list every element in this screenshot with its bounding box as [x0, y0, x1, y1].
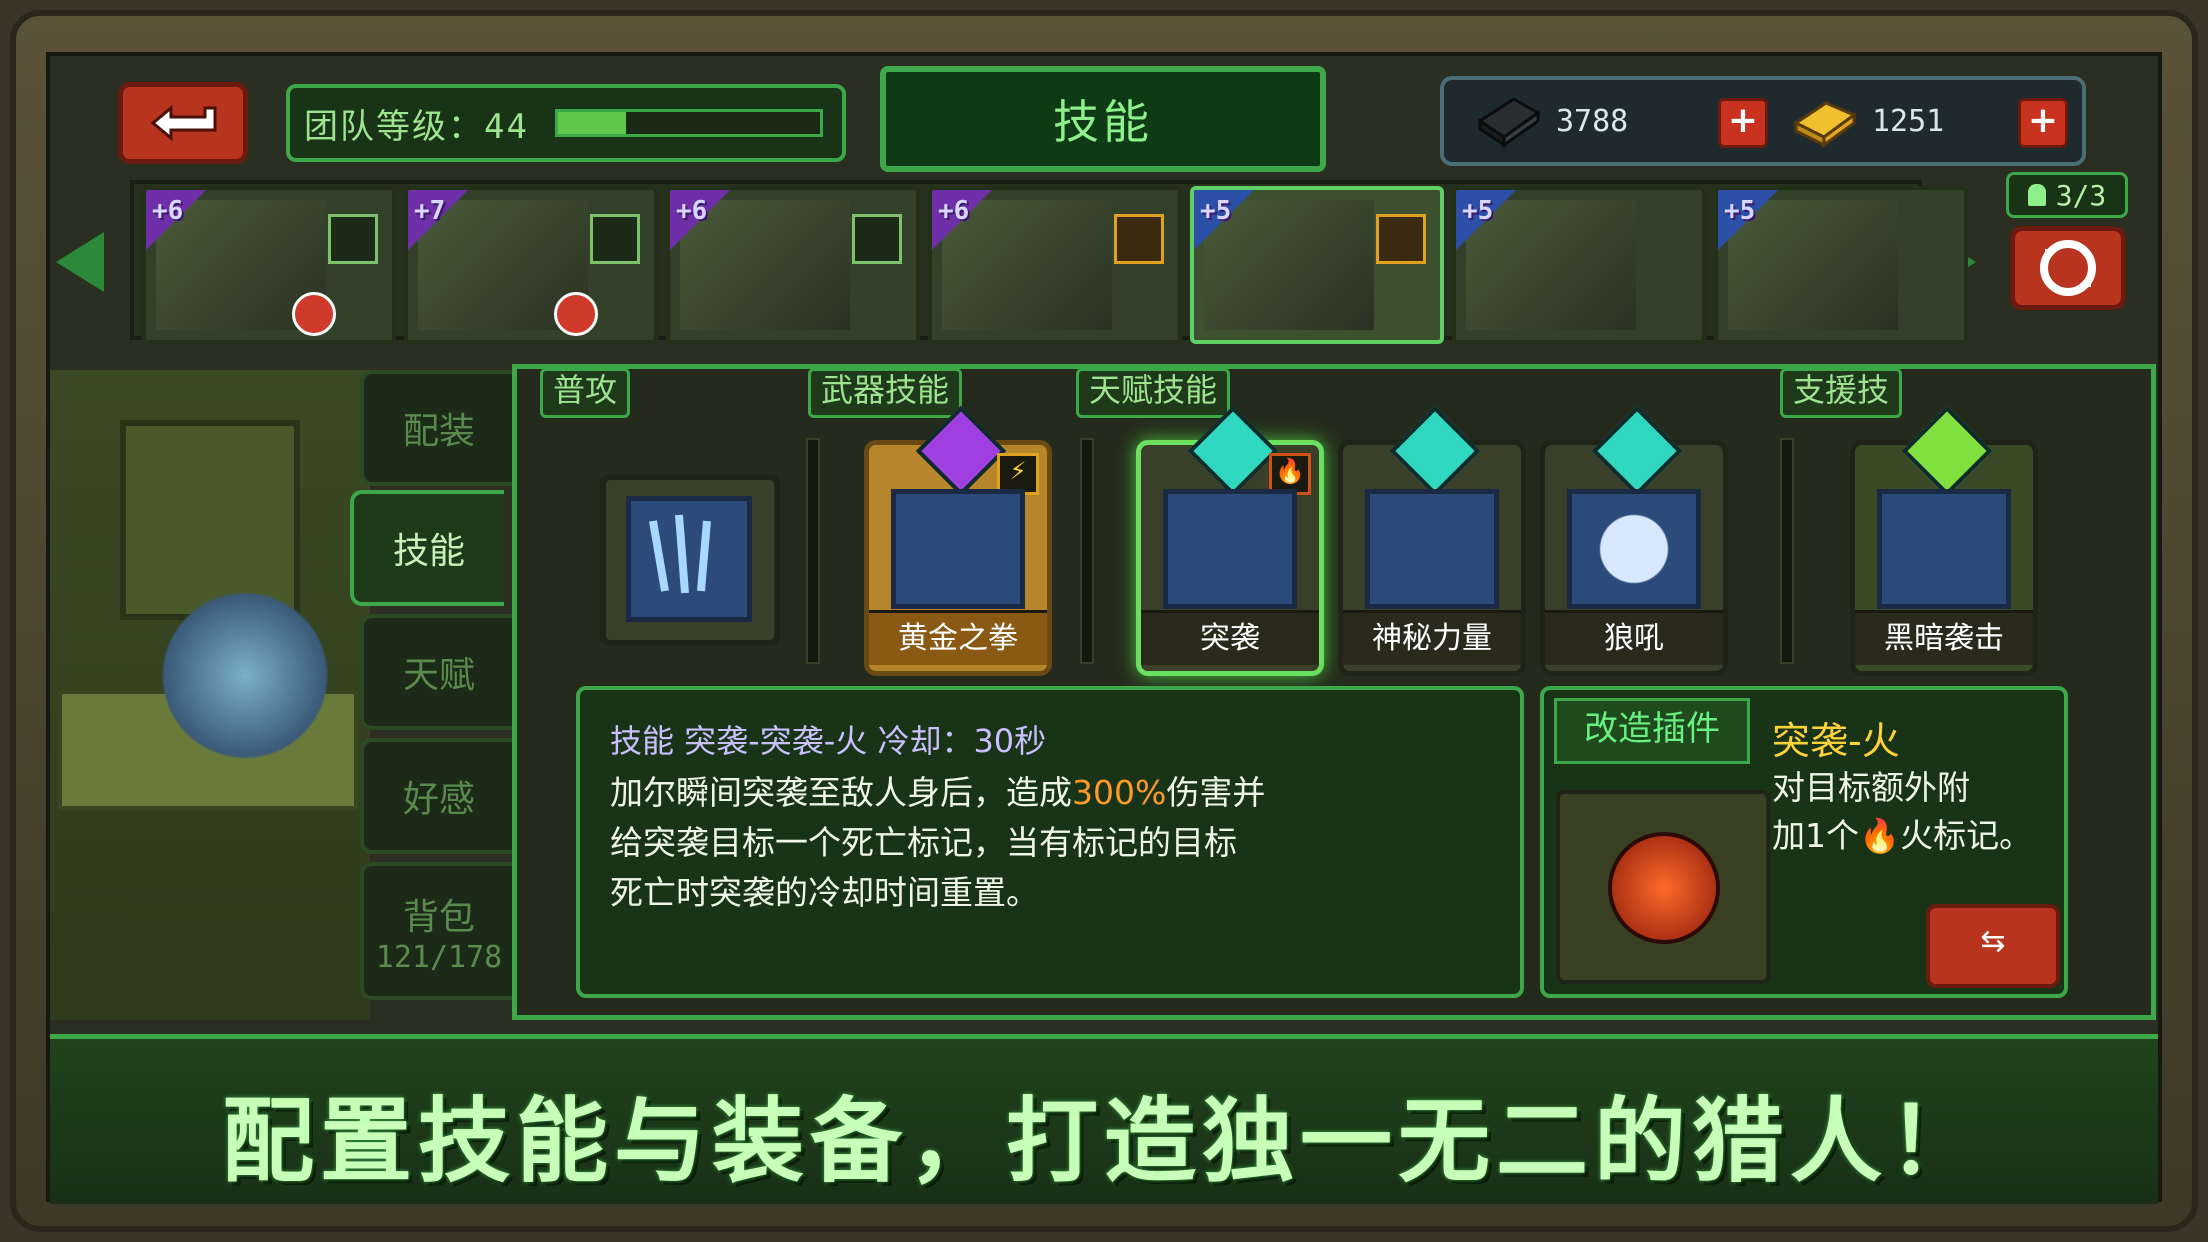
skill-talent-2[interactable]: 神秘力量	[1338, 405, 1526, 676]
tab-backpack-label: 背包	[402, 896, 475, 938]
skill-description-header: 技能 突袭-突袭-火 冷却：30秒	[610, 722, 1047, 760]
section-basic-attack: 普攻	[540, 368, 631, 418]
fire-wolf-icon	[1608, 832, 1720, 944]
divider	[806, 438, 820, 664]
hero-card[interactable]: +6	[666, 186, 920, 344]
page-title: 技能	[1053, 95, 1153, 149]
hero-card[interactable]: +6	[142, 186, 396, 344]
mystic-power-icon	[1365, 489, 1499, 609]
mod-desc-line: 对目标额外附	[1772, 768, 1970, 807]
gold-amount: 1251	[1872, 103, 1945, 139]
roster-left-arrow-icon[interactable]	[56, 232, 104, 292]
back-button[interactable]	[118, 82, 248, 164]
hero-card[interactable]: +7	[404, 186, 658, 344]
tab-skills-label: 技能	[392, 531, 465, 572]
wolf-head-icon	[1163, 489, 1297, 609]
basic-attack-slot[interactable]	[600, 474, 780, 646]
tab-affinity-label: 好感	[402, 779, 475, 820]
skill-description: 技能 突袭-突袭-火 冷却：30秒 加尔瞬间突袭至敌人身后，造成300%伤害并 …	[576, 686, 1524, 998]
team-count-value: 3/3	[2055, 178, 2107, 212]
swap-team-button[interactable]	[2010, 226, 2126, 310]
promo-banner: 配置技能与装备，打造独一无二的猎人！	[50, 1034, 2158, 1204]
team-count-badge: 3/3	[2006, 172, 2128, 218]
team-level-label: 团队等级：44	[304, 106, 529, 147]
team-level-panel: 团队等级：44	[286, 84, 846, 162]
gold-currency: 1251	[1790, 80, 1944, 162]
mod-plugin-slot[interactable]	[1556, 790, 1770, 984]
skill-support[interactable]: 黑暗袭击	[1850, 405, 2038, 676]
alert-dot-icon	[554, 292, 598, 336]
skill-talent-3-name: 狼吼	[1545, 610, 1723, 665]
skill-talent-1[interactable]: 🔥 突袭	[1136, 405, 1324, 676]
crystal-amount: 3788	[1556, 103, 1629, 139]
person-role-icon	[328, 214, 378, 264]
tab-backpack[interactable]: 背包 121/178	[360, 862, 514, 1000]
hero-card[interactable]: +5	[1452, 186, 1706, 344]
person-role-icon	[590, 214, 640, 264]
skill-talent-3[interactable]: 狼吼	[1540, 405, 1728, 676]
promo-banner-text: 配置技能与装备，打造独一无二的猎人！	[221, 1088, 1986, 1195]
tab-loadout-label: 配装	[402, 411, 475, 452]
skill-description-line: 死亡时突袭的冷却时间重置。	[610, 873, 1039, 912]
support-role-icon	[1376, 214, 1426, 264]
tab-skills[interactable]: 技能	[350, 490, 504, 606]
gold-bar-icon	[1793, 101, 1858, 148]
add-gold-button[interactable]: +	[2018, 98, 2068, 148]
crystal-block-icon	[1477, 97, 1541, 148]
person-icon	[2027, 184, 2046, 206]
character-sprite	[160, 590, 330, 780]
tab-loadout[interactable]: 配装	[360, 370, 514, 486]
team-level-bar-fill	[557, 112, 627, 134]
back-arrow-icon	[150, 104, 217, 142]
skill-description-line: 给突袭目标一个死亡标记，当有标记的目标	[610, 823, 1237, 862]
mod-plugin-panel: 改造插件 突袭-火 对目标额外附 加1个🔥火标记。 ⇆	[1540, 686, 2068, 998]
hero-rank-badge: +6	[676, 196, 708, 226]
skill-talent-2-name: 神秘力量	[1343, 610, 1521, 665]
hero-rank-badge: +5	[1724, 196, 1756, 226]
desc-text: 加尔瞬间突袭至敌人身后，造成	[610, 773, 1072, 812]
mod-plugin-description: 对目标额外附 加1个🔥火标记。	[1772, 764, 2062, 860]
skill-weapon-name: 黄金之拳	[869, 610, 1047, 665]
divider	[1080, 438, 1094, 664]
divider	[1780, 438, 1794, 664]
section-talent-skill: 天赋技能	[1076, 368, 1231, 418]
skill-description-line: 加尔瞬间突袭至敌人身后，造成300%伤害并	[610, 768, 1490, 818]
wolf-howl-icon	[1567, 489, 1701, 609]
hero-card[interactable]: +5	[1714, 186, 1968, 344]
mod-plugin-label: 改造插件	[1554, 698, 1750, 764]
hero-card[interactable]: +5	[1190, 186, 1444, 344]
hero-rank-badge: +5	[1462, 196, 1494, 226]
currency-panel: 3788 + 1251 +	[1440, 76, 2086, 166]
alert-dot-icon	[292, 292, 336, 336]
skill-talent-1-name: 突袭	[1141, 610, 1319, 665]
mod-desc-line: 加1个🔥火标记。	[1772, 816, 2033, 855]
hero-rank-badge: +7	[414, 196, 446, 226]
support-role-icon	[1114, 214, 1164, 264]
dark-strike-icon	[1877, 489, 2011, 609]
hero-rank-badge: +6	[938, 196, 970, 226]
claw-slash-icon	[626, 496, 752, 622]
tab-talent-label: 天赋	[402, 655, 475, 696]
add-crystal-button[interactable]: +	[1718, 98, 1768, 148]
golden-fist-icon	[891, 489, 1025, 609]
person-role-icon	[852, 214, 902, 264]
hero-rank-badge: +6	[152, 196, 184, 226]
swap-mod-button[interactable]: ⇆	[1926, 904, 2060, 988]
section-weapon-skill: 武器技能	[808, 368, 963, 418]
swap-arrows-icon	[2040, 240, 2096, 296]
damage-value: 300%	[1072, 773, 1167, 812]
hero-card[interactable]: +6	[928, 186, 1182, 344]
section-support-skill: 支援技	[1780, 368, 1903, 418]
tab-affinity[interactable]: 好感	[360, 738, 514, 854]
backpack-capacity: 121/178	[375, 939, 503, 975]
desc-text: 伤害并	[1166, 773, 1266, 812]
mod-plugin-title: 突袭-火	[1772, 719, 1900, 763]
skill-support-name: 黑暗袭击	[1855, 610, 2033, 665]
tab-talent[interactable]: 天赋	[360, 614, 514, 730]
hero-rank-badge: +5	[1200, 196, 1232, 226]
crystal-currency: 3788	[1474, 80, 1628, 162]
team-level-bar	[554, 109, 823, 137]
skill-weapon[interactable]: ⚡ 黄金之拳	[864, 405, 1052, 676]
page-title-box: 技能	[880, 66, 1326, 172]
